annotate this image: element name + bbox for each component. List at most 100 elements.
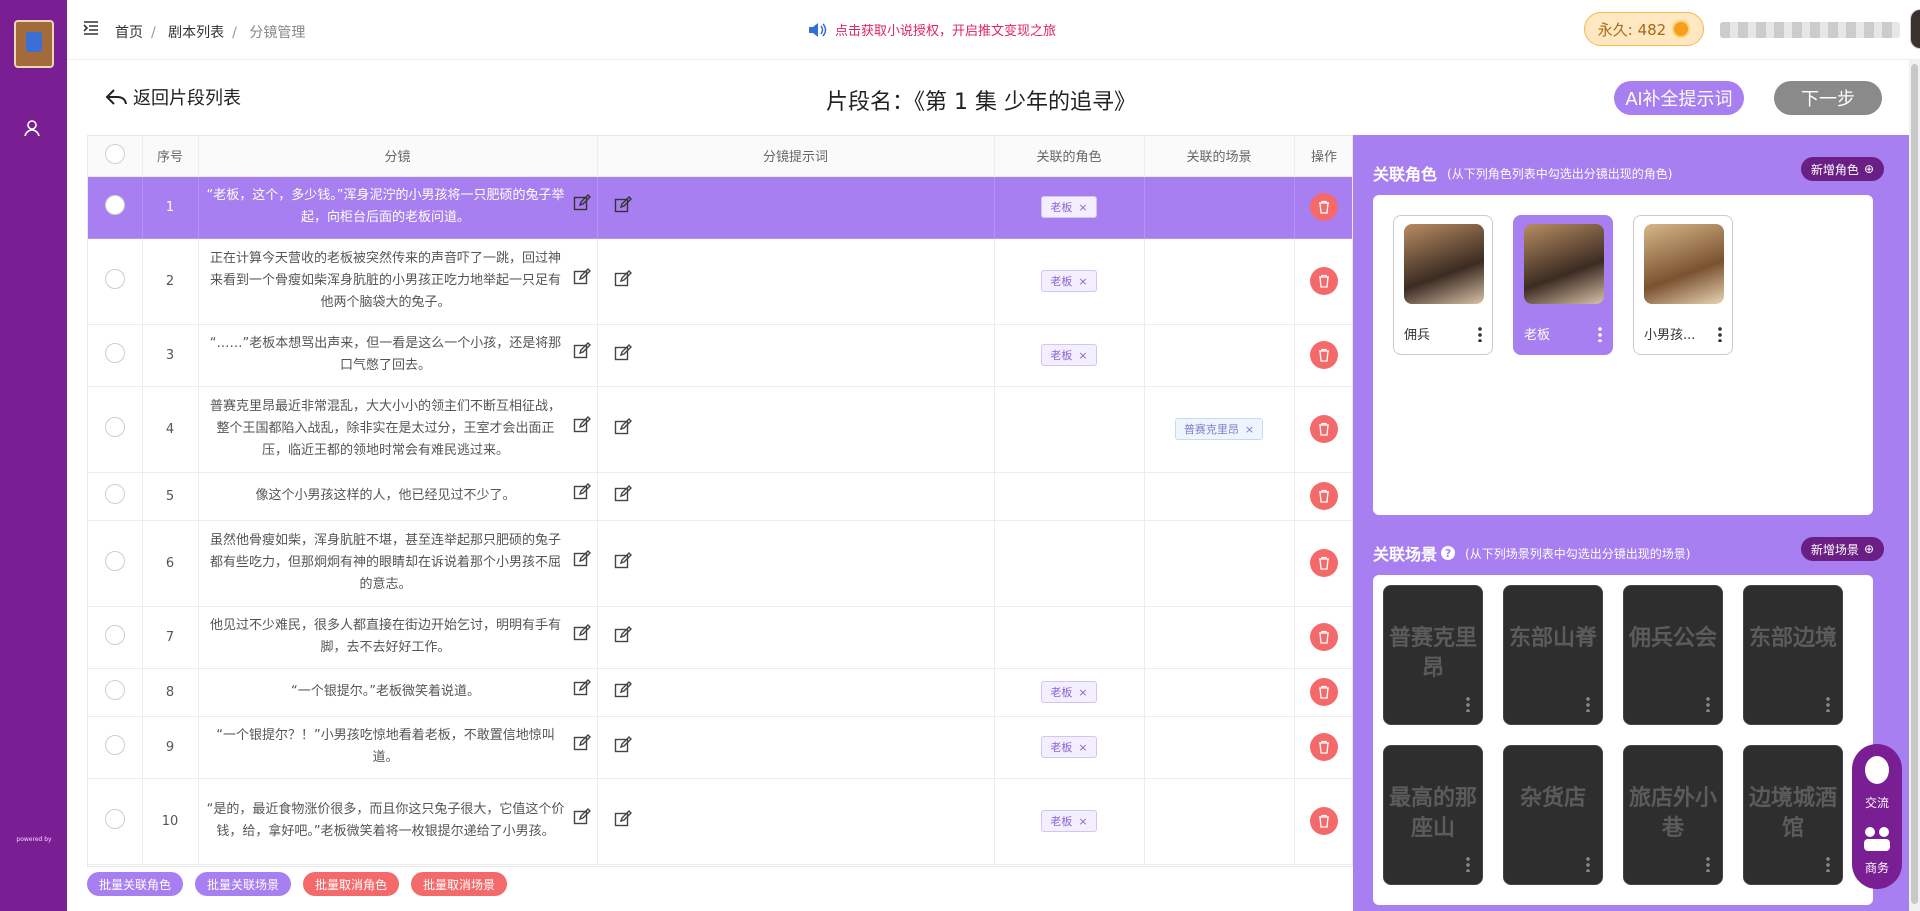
more-icon[interactable] (1586, 696, 1590, 712)
scene-card[interactable]: 最高的那座山 (1383, 745, 1483, 885)
row-select-radio[interactable] (104, 809, 125, 829)
bulk-link-scene-button[interactable]: 批量关联场景 (195, 872, 292, 896)
remove-tag-icon[interactable]: × (1078, 686, 1087, 699)
edit-shot-icon[interactable] (573, 550, 591, 576)
table-row[interactable]: 8 “一个银提尔。”老板微笑着说道。 老板 × (88, 668, 1352, 717)
edit-shot-icon[interactable] (573, 268, 591, 294)
remove-tag-icon[interactable]: × (1078, 201, 1087, 214)
delete-button[interactable] (1310, 549, 1338, 577)
role-tag[interactable]: 老板 × (1041, 681, 1097, 703)
breadcrumb-home[interactable]: 首页 (115, 25, 143, 41)
more-icon[interactable] (1466, 856, 1470, 872)
edit-shot-icon[interactable] (573, 808, 591, 834)
edit-prompt-icon[interactable] (614, 626, 632, 648)
role-tag[interactable]: 老板 × (1041, 736, 1097, 758)
add-role-button[interactable]: 新增角色 ⊕ (1800, 157, 1884, 181)
promo-notice[interactable]: 点击获取小说授权，开启推文变现之旅 (807, 20, 1056, 39)
edit-prompt-icon[interactable] (614, 736, 632, 758)
row-select-radio[interactable] (104, 195, 125, 215)
row-select-radio[interactable] (104, 269, 125, 289)
table-row[interactable]: 4 普赛克里昂最近非常混乱，大大小小的领主们不断互相征战，整个王国都陷入战乱，除… (88, 386, 1352, 473)
delete-button[interactable] (1310, 193, 1338, 221)
role-tag[interactable]: 老板 × (1041, 270, 1097, 292)
scene-tag[interactable]: 普赛克里昂 × (1174, 418, 1264, 440)
edit-prompt-icon[interactable] (614, 418, 632, 440)
table-row[interactable]: 2 正在计算今天营收的老板被突然传来的声音吓了一跳，回过神来看到一个骨瘦如柴浑身… (88, 238, 1352, 325)
scene-card[interactable]: 旅店外小巷 (1623, 745, 1723, 885)
bulk-unlink-role-button[interactable]: 批量取消角色 (303, 872, 400, 896)
delete-button[interactable] (1310, 623, 1338, 651)
add-scene-button[interactable]: 新增场景 ⊕ (1800, 537, 1884, 561)
vip-badge[interactable]: 永久: 482 (1584, 12, 1704, 46)
scene-card[interactable]: 杂货店 (1503, 745, 1603, 885)
role-card[interactable]: 佣兵 (1393, 215, 1493, 355)
edit-shot-icon[interactable] (573, 483, 591, 509)
scene-card[interactable]: 普赛克里昂 (1383, 585, 1483, 725)
avatar[interactable] (1910, 9, 1920, 49)
float-business-label[interactable]: 商务 (1852, 859, 1902, 876)
role-card[interactable]: 小男孩... (1633, 215, 1733, 355)
row-select-radio[interactable] (104, 625, 125, 645)
app-logo[interactable] (14, 20, 54, 68)
table-row[interactable]: 3 “……”老板本想骂出声来，但一看是这么一个小孩，还是将那口气憋了回去。 老板… (88, 324, 1352, 387)
scene-card[interactable]: 佣兵公会 (1623, 585, 1723, 725)
next-step-button[interactable]: 下一步 (1774, 81, 1882, 115)
more-icon[interactable] (1706, 696, 1710, 712)
business-icon[interactable] (1852, 824, 1902, 854)
more-icon[interactable] (1718, 326, 1722, 342)
edit-prompt-icon[interactable] (614, 270, 632, 292)
breadcrumb-scripts[interactable]: 剧本列表 (168, 25, 224, 41)
row-select-radio[interactable] (104, 735, 125, 755)
edit-shot-icon[interactable] (573, 734, 591, 760)
floating-contact[interactable]: 交流 商务 (1852, 744, 1902, 889)
more-icon[interactable] (1826, 696, 1830, 712)
delete-button[interactable] (1310, 482, 1338, 510)
remove-tag-icon[interactable]: × (1078, 349, 1087, 362)
page-scrollbar[interactable] (1909, 60, 1920, 911)
row-select-radio[interactable] (104, 551, 125, 571)
table-row[interactable]: 10 “是的，最近食物涨价很多，而且你这只兔子很大，它值这个价钱，给，拿好吧。”… (88, 778, 1352, 865)
role-tag[interactable]: 老板 × (1041, 196, 1097, 218)
more-icon[interactable] (1826, 856, 1830, 872)
edit-shot-icon[interactable] (573, 342, 591, 368)
remove-tag-icon[interactable]: × (1078, 815, 1087, 828)
delete-button[interactable] (1310, 341, 1338, 369)
menu-fold-icon[interactable] (83, 20, 99, 36)
more-icon[interactable] (1598, 326, 1602, 342)
edit-shot-icon[interactable] (573, 416, 591, 442)
user-icon[interactable] (22, 118, 42, 138)
edit-shot-icon[interactable] (573, 624, 591, 650)
chat-icon[interactable] (1852, 754, 1902, 788)
help-icon[interactable]: ? (1441, 546, 1456, 560)
role-tag[interactable]: 老板 × (1041, 344, 1097, 366)
delete-button[interactable] (1310, 678, 1338, 706)
table-row[interactable]: 7 他见过不少难民，很多人都直接在街边开始乞讨，明明有手有脚，去不去好好工作。 (88, 606, 1352, 669)
float-chat-label[interactable]: 交流 (1852, 794, 1902, 811)
role-tag[interactable]: 老板 × (1041, 810, 1097, 832)
edit-prompt-icon[interactable] (614, 196, 632, 218)
more-icon[interactable] (1706, 856, 1710, 872)
table-row[interactable]: 9 “一个银提尔？！”小男孩吃惊地看着老板，不敢置信地惊叫道。 老板 × (88, 716, 1352, 779)
table-row[interactable]: 5 像这个小男孩这样的人，他已经见过不少了。 (88, 472, 1352, 521)
row-select-radio[interactable] (104, 417, 125, 437)
bulk-link-role-button[interactable]: 批量关联角色 (87, 872, 184, 896)
edit-prompt-icon[interactable] (614, 810, 632, 832)
scene-card[interactable]: 边境城酒馆 (1743, 745, 1843, 885)
edit-prompt-icon[interactable] (614, 552, 632, 574)
more-icon[interactable] (1478, 326, 1482, 342)
table-row[interactable]: 6 虽然他骨瘦如柴，浑身肮脏不堪，甚至连举起那只肥硕的兔子都有些吃力，但那炯炯有… (88, 520, 1352, 607)
edit-prompt-icon[interactable] (614, 485, 632, 507)
edit-shot-icon[interactable] (573, 679, 591, 705)
delete-button[interactable] (1310, 415, 1338, 443)
delete-button[interactable] (1310, 733, 1338, 761)
delete-button[interactable] (1310, 267, 1338, 295)
back-button[interactable]: 返回片段列表 (105, 84, 241, 110)
row-select-radio[interactable] (104, 680, 125, 700)
more-icon[interactable] (1586, 856, 1590, 872)
scene-card[interactable]: 东部边境 (1743, 585, 1843, 725)
remove-tag-icon[interactable]: × (1078, 741, 1087, 754)
remove-tag-icon[interactable]: × (1245, 423, 1254, 436)
delete-button[interactable] (1310, 807, 1338, 835)
select-all-radio[interactable] (104, 143, 125, 164)
edit-prompt-icon[interactable] (614, 344, 632, 366)
